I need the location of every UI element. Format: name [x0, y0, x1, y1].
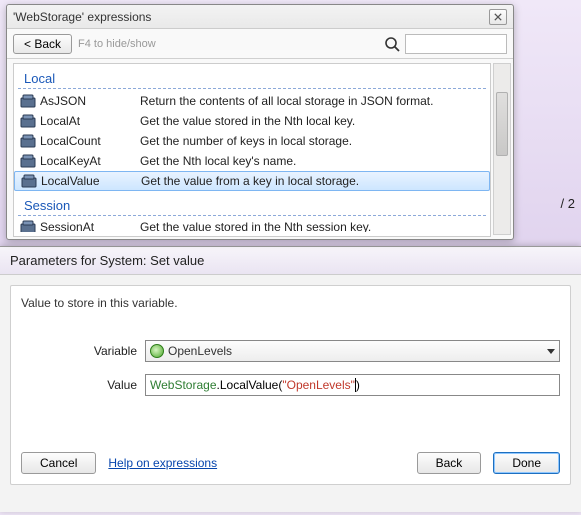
- item-label: LocalValue: [41, 174, 141, 188]
- variable-label: Variable: [21, 344, 145, 358]
- search-input[interactable]: [405, 34, 507, 54]
- search-icon[interactable]: [383, 35, 401, 53]
- popup-title: 'WebStorage' expressions: [13, 10, 151, 24]
- item-desc: Get the value stored in the Nth local ke…: [140, 114, 355, 128]
- popup-toolbar: < Back F4 to hide/show: [7, 29, 513, 59]
- item-desc: Get the value from a key in local storag…: [141, 174, 359, 188]
- storage-icon: [20, 220, 36, 232]
- back-button[interactable]: < Back: [13, 34, 72, 54]
- expressions-list: Local AsJSON Return the contents of all …: [13, 63, 491, 237]
- cancel-button[interactable]: Cancel: [21, 452, 96, 474]
- item-desc: Return the contents of all local storage…: [140, 94, 433, 108]
- token-object: WebStorage: [150, 378, 217, 392]
- button-row: Cancel Help on expressions Back Done: [21, 452, 560, 474]
- token-string: "OpenLevels": [282, 378, 355, 392]
- token-function: LocalValue: [220, 378, 279, 392]
- expressions-list-wrap: Local AsJSON Return the contents of all …: [7, 59, 513, 237]
- storage-icon: [20, 154, 36, 168]
- variable-row: Variable OpenLevels: [21, 340, 560, 362]
- value-row: Value WebStorage.LocalValue("OpenLevels"…: [21, 374, 560, 396]
- section-header-session: Session: [18, 195, 486, 216]
- parameters-panel: Parameters for System: Set value Value t…: [0, 246, 581, 512]
- storage-icon: [20, 114, 36, 128]
- scrollbar[interactable]: [493, 63, 511, 235]
- section-header-local: Local: [18, 68, 486, 89]
- item-label: AsJSON: [40, 94, 140, 108]
- item-desc: Get the Nth local key's name.: [140, 154, 296, 168]
- chevron-down-icon: [547, 349, 555, 354]
- close-icon: [494, 10, 502, 24]
- parameters-title: Parameters for System: Set value: [0, 247, 581, 275]
- list-item[interactable]: SessionAt Get the value stored in the Nt…: [14, 218, 490, 232]
- parameters-description: Value to store in this variable.: [21, 296, 560, 310]
- done-button[interactable]: Done: [493, 452, 560, 474]
- value-label: Value: [21, 378, 145, 392]
- expressions-popup: 'WebStorage' expressions < Back F4 to hi…: [6, 4, 514, 240]
- item-label: LocalCount: [40, 134, 140, 148]
- item-label: LocalAt: [40, 114, 140, 128]
- list-item[interactable]: LocalValue Get the value from a key in l…: [14, 171, 490, 191]
- item-label: SessionAt: [40, 220, 140, 232]
- storage-icon: [21, 174, 37, 188]
- help-link[interactable]: Help on expressions: [108, 456, 217, 470]
- item-desc: Get the number of keys in local storage.: [140, 134, 352, 148]
- scrollbar-thumb[interactable]: [496, 92, 508, 156]
- hint-text: F4 to hide/show: [78, 38, 156, 50]
- variable-value: OpenLevels: [168, 344, 232, 358]
- storage-icon: [20, 134, 36, 148]
- parameters-body: Value to store in this variable. Variabl…: [10, 285, 571, 485]
- list-item[interactable]: LocalAt Get the value stored in the Nth …: [14, 111, 490, 131]
- list-item[interactable]: AsJSON Return the contents of all local …: [14, 91, 490, 111]
- back-button[interactable]: Back: [417, 452, 482, 474]
- list-item[interactable]: LocalCount Get the number of keys in loc…: [14, 131, 490, 151]
- page-indicator: / 2: [561, 196, 575, 211]
- globe-icon: [150, 344, 164, 358]
- item-desc: Get the value stored in the Nth session …: [140, 220, 371, 232]
- item-label: LocalKeyAt: [40, 154, 140, 168]
- storage-icon: [20, 94, 36, 108]
- list-item[interactable]: LocalKeyAt Get the Nth local key's name.: [14, 151, 490, 171]
- value-input[interactable]: WebStorage.LocalValue("OpenLevels"): [145, 374, 560, 396]
- token-paren: ): [356, 378, 360, 392]
- variable-dropdown[interactable]: OpenLevels: [145, 340, 560, 362]
- close-button[interactable]: [489, 9, 507, 25]
- popup-titlebar: 'WebStorage' expressions: [7, 5, 513, 29]
